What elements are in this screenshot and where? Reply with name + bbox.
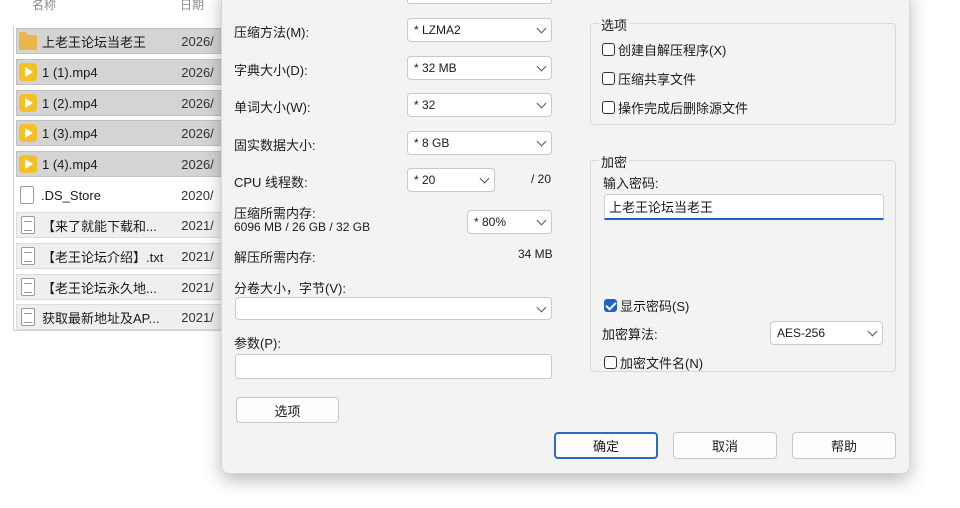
checkbox-box[interactable]: [602, 101, 615, 114]
encryption-group-title: 加密: [599, 152, 630, 171]
checkbox-box[interactable]: [604, 356, 617, 369]
delete-after-checkbox[interactable]: 操作完成后删除源文件: [602, 98, 748, 117]
text-file-icon: [21, 308, 35, 326]
memory-usage-value: * 80%: [474, 215, 507, 229]
checkbox-box[interactable]: [602, 72, 615, 85]
memory-usage-select[interactable]: * 80%: [467, 210, 552, 234]
memory-compress-detail: 6096 MB / 26 GB / 32 GB: [234, 220, 371, 234]
column-header-name[interactable]: 名称: [32, 0, 56, 13]
file-name: 【老王论坛永久地...: [42, 280, 157, 296]
chevron-down-icon: [479, 173, 490, 184]
archive-format-field[interactable]: [407, 0, 552, 4]
file-name: 1 (2).mp4: [42, 95, 98, 111]
video-icon: [19, 94, 37, 112]
encrypt-names-checkbox[interactable]: 加密文件名(N): [604, 353, 703, 372]
help-button[interactable]: 帮助: [792, 432, 896, 459]
compression-method-label: 压缩方法(M):: [234, 25, 310, 40]
file-name: 【老王论坛介绍】.txt: [42, 249, 164, 265]
options-group-title: 选项: [599, 15, 630, 34]
file-row-video[interactable]: 1 (1).mp4 2026/: [16, 59, 231, 85]
file-name: 获取最新地址及AP...: [42, 310, 160, 326]
cancel-button[interactable]: 取消: [673, 432, 777, 459]
show-password-label: 显示密码(S): [620, 299, 690, 314]
file-row-video[interactable]: 1 (3).mp4 2026/: [16, 120, 231, 146]
create-sfx-label: 创建自解压程序(X): [618, 43, 727, 58]
compression-method-select[interactable]: * LZMA2: [407, 18, 552, 42]
text-file-icon: [21, 216, 35, 234]
word-size-select[interactable]: * 32: [407, 93, 552, 117]
file-name: .DS_Store: [41, 187, 101, 203]
column-headers: 名称 日期: [0, 0, 230, 12]
cpu-threads-max: / 20: [531, 172, 552, 186]
file-row-text[interactable]: 【老王论坛介绍】.txt 2021/: [16, 243, 231, 269]
word-size-value: * 32: [414, 98, 436, 112]
encrypt-names-label: 加密文件名(N): [620, 356, 704, 371]
parameters-label: 参数(P):: [234, 336, 281, 351]
cpu-threads-select[interactable]: * 20: [407, 168, 495, 192]
solid-block-size-value: * 8 GB: [414, 136, 450, 150]
split-volumes-select[interactable]: [235, 297, 552, 320]
encryption-method-select[interactable]: AES-256: [770, 321, 883, 345]
file-row-text[interactable]: 【老王论坛永久地... 2021/: [16, 274, 231, 300]
file-icon: [20, 186, 34, 204]
folder-icon: [19, 31, 37, 50]
file-row-text[interactable]: 获取最新地址及AP... 2021/: [16, 304, 231, 330]
file-name: 【来了就能下载和...: [42, 218, 157, 234]
checkbox-checked[interactable]: [604, 299, 617, 312]
password-value: 上老王论坛当老王: [609, 200, 714, 215]
chevron-down-icon: [867, 326, 878, 337]
video-icon: [19, 124, 37, 142]
file-row-folder[interactable]: 上老王论坛当老王 2026/: [16, 28, 231, 54]
compress-shared-checkbox[interactable]: 压缩共享文件: [602, 69, 696, 88]
file-name: 上老王论坛当老王: [42, 34, 147, 50]
file-row-file[interactable]: .DS_Store 2020/: [16, 182, 231, 208]
cpu-threads-value: * 20: [414, 173, 436, 187]
memory-decompress-value: 34 MB: [518, 247, 553, 261]
file-name: 1 (4).mp4: [42, 156, 98, 172]
solid-block-size-label: 固实数据大小:: [234, 138, 316, 153]
word-size-label: 单词大小(W):: [234, 100, 311, 115]
encryption-method-label: 加密算法:: [602, 327, 658, 342]
options-button[interactable]: 选项: [236, 397, 339, 423]
chevron-down-icon: [536, 136, 547, 147]
memory-decompress-label: 解压所需内存:: [234, 250, 316, 265]
file-explorer: 名称 日期 上老王论坛当老王 2026/ 1 (1).mp4 2026/ 1 (…: [0, 0, 231, 508]
file-row-text[interactable]: 【来了就能下载和... 2021/: [16, 212, 231, 238]
column-header-date[interactable]: 日期: [180, 0, 204, 13]
dictionary-size-label: 字典大小(D):: [234, 63, 308, 78]
chevron-down-icon: [536, 215, 547, 226]
encryption-group: 加密 输入密码: 上老王论坛当老王 显示密码(S) 加密算法: AES-256 …: [590, 152, 896, 372]
compression-method-value: * LZMA2: [414, 23, 461, 37]
dictionary-size-select[interactable]: * 32 MB: [407, 56, 552, 80]
chevron-down-icon: [536, 98, 547, 109]
add-to-archive-dialog: 压缩方法(M): * LZMA2 字典大小(D): * 32 MB 单词大小(W…: [221, 0, 910, 474]
cpu-threads-label: CPU 线程数:: [234, 175, 308, 190]
encryption-method-value: AES-256: [777, 326, 826, 340]
password-label: 输入密码:: [603, 176, 659, 191]
chevron-down-icon: [536, 61, 547, 72]
split-volumes-label: 分卷大小，字节(V):: [234, 281, 346, 296]
video-icon: [19, 63, 37, 81]
password-input[interactable]: 上老王论坛当老王: [604, 194, 884, 220]
options-group: 选项 创建自解压程序(X) 压缩共享文件 操作完成后删除源文件: [590, 15, 896, 125]
parameters-input[interactable]: [235, 354, 552, 379]
file-name: 1 (3).mp4: [42, 125, 98, 141]
delete-after-label: 操作完成后删除源文件: [618, 101, 749, 116]
create-sfx-checkbox[interactable]: 创建自解压程序(X): [602, 40, 726, 59]
file-row-video[interactable]: 1 (2).mp4 2026/: [16, 90, 231, 116]
chevron-down-icon: [536, 302, 547, 313]
chevron-down-icon: [536, 23, 547, 34]
file-row-video[interactable]: 1 (4).mp4 2026/: [16, 151, 231, 177]
video-icon: [19, 155, 37, 173]
text-file-icon: [21, 247, 35, 265]
file-name: 1 (1).mp4: [42, 64, 98, 80]
compress-shared-label: 压缩共享文件: [618, 72, 697, 87]
dictionary-size-value: * 32 MB: [414, 61, 457, 75]
text-file-icon: [21, 278, 35, 296]
ok-button[interactable]: 确定: [554, 432, 658, 459]
file-list: 上老王论坛当老王 2026/ 1 (1).mp4 2026/ 1 (2).mp4…: [13, 26, 231, 331]
solid-block-size-select[interactable]: * 8 GB: [407, 131, 552, 155]
checkbox-box[interactable]: [602, 43, 615, 56]
show-password-checkbox[interactable]: 显示密码(S): [604, 296, 689, 315]
